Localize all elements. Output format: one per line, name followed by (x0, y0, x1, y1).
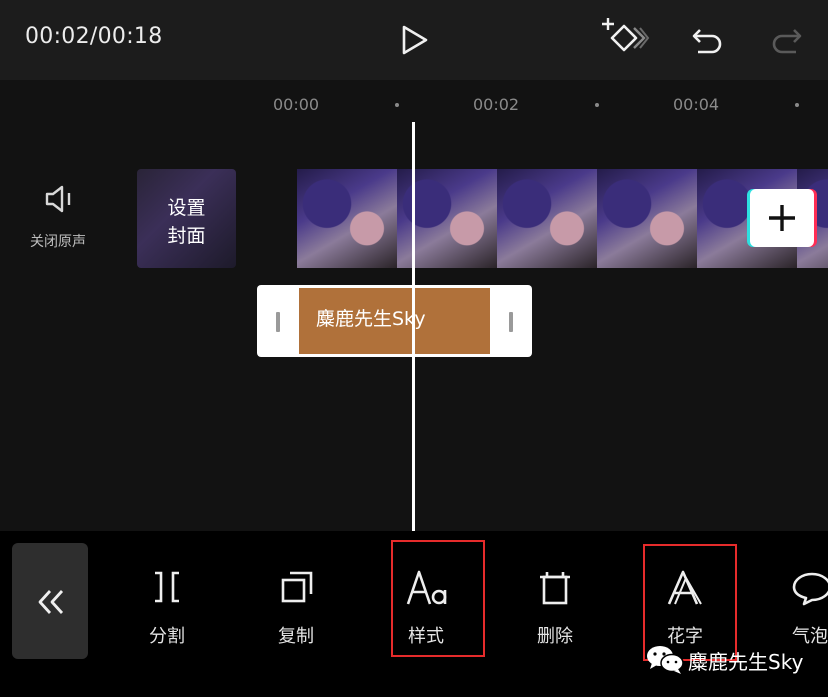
keyframe-add-icon[interactable] (600, 16, 650, 58)
delete-tool-button[interactable]: 删除 (510, 560, 600, 650)
ruler-label-2: 00:04 (673, 95, 720, 114)
video-frame-thumbnail (297, 169, 397, 268)
ruler-dot (795, 103, 799, 107)
playback-time: 00:02/00:18 (25, 24, 163, 49)
split-icon (155, 571, 179, 603)
text-clip[interactable]: 麋鹿先生Sky (299, 288, 490, 354)
undo-icon[interactable] (690, 22, 724, 56)
copy-icon (281, 571, 313, 603)
add-clip-button[interactable] (750, 189, 814, 247)
video-frame-thumbnail (497, 169, 597, 268)
copy-tool-label: 复制 (278, 626, 314, 647)
text-clip-left-handle[interactable] (276, 312, 280, 332)
text-clip-right-handle[interactable] (509, 312, 513, 332)
video-clip-strip[interactable] (297, 169, 828, 268)
bubble-icon (792, 572, 828, 606)
text-clip-label: 麋鹿先生Sky (316, 308, 426, 330)
ruler-dot (595, 103, 599, 107)
bubble-tool-button[interactable]: 气泡 (766, 560, 828, 650)
copy-tool-button[interactable]: 复制 (251, 560, 341, 650)
split-tool-button[interactable]: 分割 (122, 560, 212, 650)
delete-icon (540, 572, 570, 605)
split-tool-label: 分割 (149, 626, 185, 647)
redo-icon[interactable] (770, 22, 804, 56)
watermark-text: 麋鹿先生Sky (688, 650, 804, 674)
delete-tool-label: 删除 (537, 626, 573, 647)
cover-label-line2: 封面 (167, 225, 206, 247)
playhead[interactable] (412, 122, 415, 531)
ruler-dot (395, 103, 399, 107)
mute-original-audio-label[interactable]: 关闭原声 (30, 231, 86, 251)
plus-icon (769, 205, 795, 231)
wechat-icon (647, 646, 684, 674)
text-clip-track[interactable]: 麋鹿先生Sky (257, 285, 532, 357)
bubble-tool-label: 气泡 (792, 626, 828, 647)
double-chevron-left-icon (38, 590, 64, 614)
video-frame-thumbnail (597, 169, 697, 268)
text-style-highlight-frame (391, 540, 485, 657)
ruler-label-1: 00:02 (473, 95, 520, 114)
editor-header: 00:02/00:18 (0, 0, 828, 80)
back-button[interactable] (12, 543, 88, 659)
speaker-icon[interactable] (44, 183, 78, 215)
set-cover-button[interactable]: 设置 封面 (137, 169, 236, 268)
ruler-label-0: 00:00 (273, 95, 320, 114)
play-icon[interactable] (400, 24, 430, 56)
cover-label-line1: 设置 (167, 197, 206, 219)
